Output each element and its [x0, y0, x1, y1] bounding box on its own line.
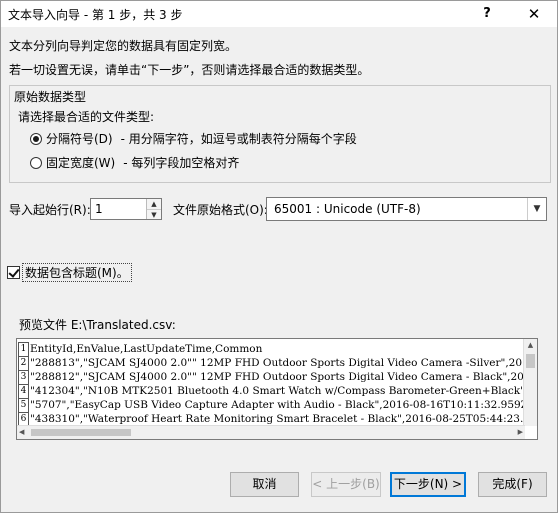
group-title: 原始数据类型: [14, 90, 87, 104]
horizontal-scrollbar[interactable]: ◀ ▶: [17, 425, 525, 439]
headers-checkbox-row[interactable]: 数据包含标题(M)。: [7, 263, 132, 282]
window-title: 文本导入向导 - 第 1 步，共 3 步: [8, 8, 183, 22]
radio-fixed-width[interactable]: 固定宽度(W) - 每列字段加空格对齐: [30, 154, 239, 171]
intro-line-2: 若一切设置无误，请单击“下一步”，否则请选择最合适的数据类型。: [9, 63, 370, 77]
radio-button[interactable]: [30, 156, 42, 169]
headers-checkbox-label[interactable]: 数据包含标题(M)。: [22, 263, 132, 282]
finish-button[interactable]: 完成(F): [478, 472, 547, 497]
original-data-type-group: 原始数据类型 请选择最合适的文件类型: 分隔符号(D) - 用分隔字符，如逗号或…: [9, 85, 551, 183]
cancel-button[interactable]: 取消: [230, 472, 299, 497]
radio-delimited-label: 分隔符号(D): [46, 132, 113, 146]
vertical-scrollbar[interactable]: ▲: [523, 339, 537, 426]
headers-checkbox[interactable]: [7, 266, 20, 279]
preview-pane[interactable]: 1 EntityId,EnValue,LastUpdateTime,Common…: [16, 338, 538, 440]
spin-up-icon[interactable]: ▲: [147, 199, 161, 210]
file-origin-select[interactable]: 65001 : Unicode (UTF-8) ▼: [266, 197, 547, 221]
back-button[interactable]: < 上一步(B): [311, 472, 381, 497]
close-icon[interactable]: ✕: [512, 1, 556, 27]
radio-delimited-desc: - 用分隔字符，如逗号或制表符分隔每个字段: [120, 132, 357, 146]
title-bar: 文本导入向导 - 第 1 步，共 3 步 ? ✕: [1, 1, 557, 27]
file-type-prompt: 请选择最合适的文件类型:: [18, 110, 155, 124]
next-button[interactable]: 下一步(N) >: [390, 472, 466, 497]
horizontal-scroll-thumb[interactable]: [31, 429, 131, 436]
text-import-wizard-dialog: 文本导入向导 - 第 1 步，共 3 步 ? ✕ 文本分列向导判定您的数据具有固…: [0, 0, 558, 513]
intro-line-1: 文本分列向导判定您的数据具有固定列宽。: [9, 39, 238, 53]
file-origin-label: 文件原始格式(O):: [173, 203, 268, 217]
help-button[interactable]: ?: [465, 1, 509, 27]
scroll-left-icon[interactable]: ◀: [19, 426, 24, 439]
stepper-arrows[interactable]: ▲ ▼: [146, 199, 161, 219]
scroll-up-icon[interactable]: ▲: [524, 339, 537, 352]
scroll-right-icon[interactable]: ▶: [518, 426, 523, 439]
radio-fixed-width-label: 固定宽度(W): [46, 156, 116, 170]
start-row-value[interactable]: 1: [95, 202, 103, 216]
start-row-label: 导入起始行(R):: [9, 203, 91, 217]
vertical-scroll-thumb[interactable]: [526, 354, 535, 368]
radio-button-selected[interactable]: [30, 132, 42, 145]
radio-fixed-width-desc: - 每列字段加空格对齐: [123, 156, 240, 170]
file-origin-value: 65001 : Unicode (UTF-8): [274, 202, 421, 216]
spin-down-icon[interactable]: ▼: [147, 210, 161, 220]
start-row-stepper[interactable]: 1 ▲ ▼: [90, 198, 162, 220]
preview-label: 预览文件 E:\Translated.csv:: [19, 318, 176, 332]
radio-delimited[interactable]: 分隔符号(D) - 用分隔字符，如逗号或制表符分隔每个字段: [30, 130, 357, 147]
chevron-down-icon[interactable]: ▼: [527, 198, 546, 220]
